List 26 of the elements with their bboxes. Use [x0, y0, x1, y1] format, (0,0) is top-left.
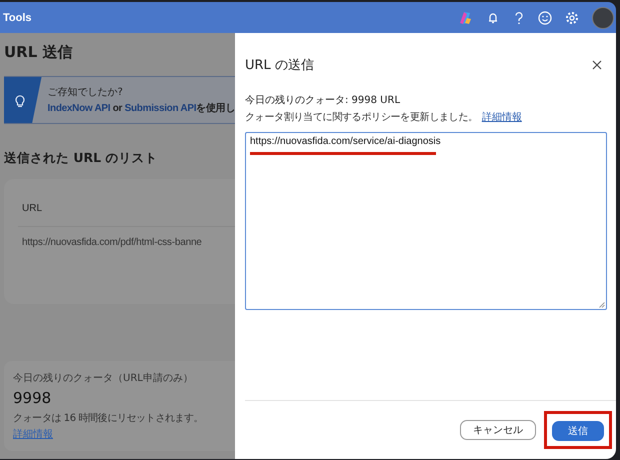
avatar[interactable]	[592, 6, 614, 28]
quota-label: 今日の残りのクォータ（URL申請のみ）	[13, 372, 194, 385]
colorful-logo-icon[interactable]	[457, 10, 473, 26]
send-button[interactable]: 送信	[552, 421, 604, 441]
policy-note: クォータ割り当てに関するポリシーを更新しました。	[245, 110, 478, 124]
quota-value: 9998	[13, 389, 52, 407]
help-icon[interactable]	[513, 10, 525, 24]
page-title: URL 送信	[4, 43, 74, 62]
dialog-title: URL の送信	[245, 57, 314, 74]
tip-text: IndexNow API or Submission APIを使用し	[48, 102, 235, 115]
app-title: Tools	[3, 12, 32, 24]
resize-grip-icon[interactable]	[599, 302, 605, 308]
cancel-button[interactable]: キャンセル	[460, 420, 536, 440]
api-link[interactable]: Submission API	[124, 103, 196, 114]
tip-heading: ご存知でしたか?	[48, 86, 124, 99]
table-cell-text: https://nuovasfida.com/pdf/html-css-banne	[21, 236, 203, 248]
section-title: 送信された URL のリスト	[4, 150, 158, 167]
quota-text: 今日の残りのクォータ: 9998 URL	[245, 94, 402, 107]
url-input-field[interactable]: https://nuovasfida.com/service/ai-diagnosis	[245, 132, 607, 310]
bell-icon[interactable]	[486, 10, 500, 24]
smiley-icon[interactable]	[538, 10, 552, 24]
settings-icon[interactable]	[565, 10, 579, 24]
reset-note: クォータは 16 時間後にリセットされます。	[13, 412, 204, 425]
close-icon[interactable]	[592, 60, 602, 70]
api-link[interactable]: IndexNow API	[48, 103, 110, 114]
details-link[interactable]: 詳細情報	[482, 110, 522, 124]
